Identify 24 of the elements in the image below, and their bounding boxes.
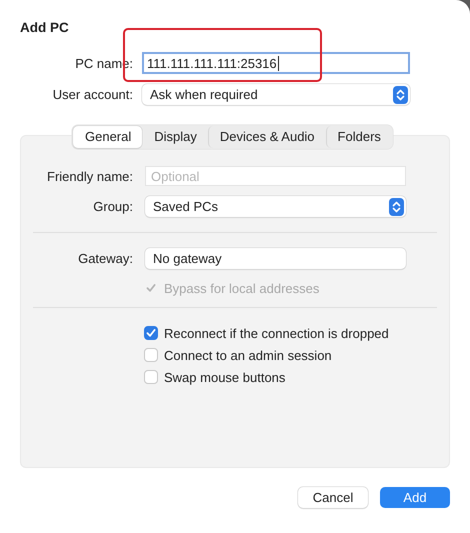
checkbox-label: Connect to an admin session xyxy=(164,348,332,362)
field-label: Gateway: xyxy=(77,251,133,266)
user-account-dropdown[interactable]: Ask when required xyxy=(142,84,410,105)
field-label: Group: xyxy=(92,199,133,214)
group-dropdown[interactable]: Saved PCs xyxy=(145,196,406,217)
stepper-icon xyxy=(393,86,408,104)
dialog-title: Add PC xyxy=(20,20,70,37)
checkbox[interactable] xyxy=(144,370,158,384)
add-button[interactable]: Add xyxy=(380,487,450,508)
checkbox[interactable] xyxy=(144,326,158,340)
tab[interactable]: General xyxy=(73,126,142,148)
checkbox-label: Reconnect if the connection is dropped xyxy=(164,326,389,340)
stepper-icon xyxy=(389,198,404,216)
tab[interactable]: Display xyxy=(142,126,208,148)
gateway-dropdown[interactable]: No gateway xyxy=(145,248,406,269)
checkbox-label: Bypass for local addresses xyxy=(164,280,320,296)
cancel-button[interactable]: Cancel xyxy=(298,487,368,508)
pc-name-field[interactable]: 111.111.111.111:25316 xyxy=(142,52,410,74)
tab[interactable]: Folders xyxy=(326,126,392,148)
field-label: User account: xyxy=(52,87,133,102)
field-label: Friendly name: xyxy=(46,168,133,184)
checkbox-label: Swap mouse buttons xyxy=(164,370,286,384)
checkbox[interactable] xyxy=(144,348,158,362)
tab[interactable]: Devices & Audio xyxy=(208,126,326,148)
